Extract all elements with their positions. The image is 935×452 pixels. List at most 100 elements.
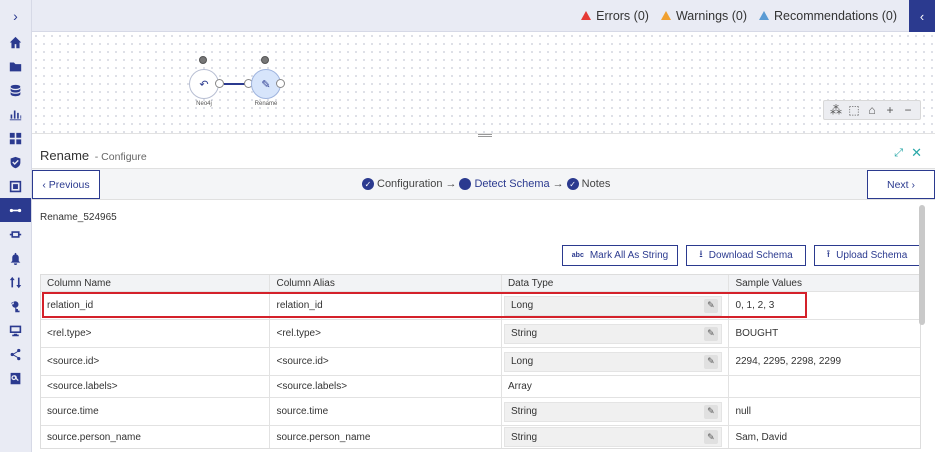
download-label: Download Schema [708,250,793,261]
recommendations-label: Recommendations (0) [774,8,897,23]
mark-all-as-string-button[interactable]: abc Mark All As String [562,245,678,266]
next-label: Next [886,178,909,191]
pencil-icon[interactable]: ✎ [703,298,718,313]
column-name-cell: <rel.type> [41,320,271,347]
zoom-out-icon[interactable]: − [901,103,915,117]
wizard-bar: ‹ Previous ✓ Configuration → Detect Sche… [32,168,935,200]
column-alias-cell[interactable]: <source.labels> [270,376,502,397]
vertical-scrollbar[interactable] [919,205,925,325]
share-icon[interactable] [0,342,31,366]
column-name-cell: relation_id [41,292,271,319]
rename-output-port[interactable] [276,79,285,88]
header-data-type: Data Type [502,275,730,291]
home-view-icon[interactable]: ⌂ [865,103,879,117]
pencil-icon[interactable]: ✎ [703,404,718,419]
frame-icon[interactable] [0,174,31,198]
top-bar: Errors (0) Warnings (0) Recommendations … [32,0,935,32]
error-triangle-icon [581,11,592,20]
node-link [224,83,246,85]
data-type-value: String [510,431,538,443]
connector-icon[interactable] [0,222,31,246]
zoom-in-icon[interactable]: + [883,103,897,117]
column-name-cell: <source.labels> [41,376,271,397]
node-status-icon [199,56,207,64]
database-icon[interactable] [0,78,31,102]
expand-sidebar-icon[interactable]: › [0,0,31,32]
next-button[interactable]: Next › [867,170,935,199]
pencil-icon[interactable]: ✎ [703,326,718,341]
key-icon[interactable] [0,294,31,318]
upload-icon: ⭱ [826,249,831,260]
warnings-label: Warnings (0) [675,8,748,23]
search-doc-icon[interactable] [0,366,31,390]
step-configuration[interactable]: Configuration [377,178,442,190]
table-row: <source.id> <source.id> Long ✎ 2294, 2295… [41,348,920,376]
bar-chart-icon[interactable] [0,102,31,126]
column-alias-cell[interactable]: relation_id [270,292,502,319]
pencil-icon[interactable]: ✎ [703,354,718,369]
neo4j-output-port[interactable] [215,79,224,88]
neo4j-node-caption: Neo4j [196,101,212,107]
recommendations-indicator[interactable]: Recommendations (0) [759,9,897,23]
folder-icon[interactable] [0,54,31,78]
data-type-select[interactable]: Long ✎ [503,351,722,372]
string-type-icon: abc [571,252,584,259]
data-type-cell: Long ✎ [502,348,730,375]
data-type-select[interactable]: String ✎ [503,427,722,447]
close-icon[interactable]: ✕ [911,145,922,161]
data-type-value: Long [510,300,534,311]
table-header: Column Name Column Alias Data Type Sampl… [41,275,920,292]
left-sidebar: › [0,0,32,452]
pipeline-icon[interactable] [0,198,31,222]
data-type-cell: String ✎ [502,398,730,425]
monitor-icon[interactable] [0,318,31,342]
step-notes[interactable]: Notes [582,178,611,190]
pipeline-canvas[interactable]: ↶ Neo4j ✎ Rename ⁂ ⬚ ⌂ + − [32,32,935,134]
sample-values-cell: null [735,406,752,417]
header-column-alias: Column Alias [270,275,502,291]
column-alias-cell[interactable]: source.person_name [270,426,502,448]
column-alias-cell[interactable]: <rel.type> [270,320,502,347]
bell-icon[interactable] [0,246,31,270]
column-name-cell: source.time [41,398,271,425]
column-name-cell: source.person_name [41,426,271,448]
data-type-cell: String ✎ [502,320,730,347]
column-alias-cell[interactable]: source.time [270,398,502,425]
data-type-value: String [510,328,538,339]
warnings-indicator[interactable]: Warnings (0) [660,8,748,23]
check-circle-icon: ✓ [566,178,579,190]
previous-button[interactable]: ‹ Previous [32,170,100,199]
upload-schema-button[interactable]: ⭱ Upload Schema [814,245,920,266]
collapse-panel-button[interactable]: ‹ [909,0,935,32]
pencil-icon: ✎ [261,78,271,91]
panel-title: Rename - Configure [40,148,147,163]
sample-values-cell [729,376,920,397]
shield-icon[interactable] [0,150,31,174]
expand-icon[interactable]: ⤢ [894,147,903,160]
errors-indicator[interactable]: Errors (0) [581,9,649,23]
chevron-left-icon: ‹ [919,8,925,24]
warning-triangle-icon [660,11,671,20]
data-type-cell: Array [502,376,730,397]
check-circle-icon: ✓ [362,178,374,190]
download-schema-button[interactable]: ⭳ Download Schema [686,245,806,266]
data-type-select[interactable]: String ✎ [503,401,722,422]
data-type-select[interactable]: String ✎ [503,323,722,344]
home-icon[interactable] [0,30,31,54]
graph-layout-icon[interactable]: ⁂ [829,103,843,117]
pencil-icon[interactable]: ✎ [703,430,718,444]
neo4j-icon: ↶ [199,78,209,91]
select-box-icon[interactable]: ⬚ [847,103,861,117]
resize-handle[interactable] [478,134,492,137]
data-type-select[interactable]: Long ✎ [503,295,722,316]
table-row: source.person_name source.person_name St… [41,426,920,448]
panel-subtitle: - Configure [94,151,147,163]
previous-label: Previous [48,178,90,191]
rename-node-caption: Rename [254,101,278,107]
sort-icon[interactable] [0,270,31,294]
dashboard-icon[interactable] [0,126,31,150]
table-row: <rel.type> <rel.type> String ✎ BOUGHT [41,320,920,348]
step-detect-schema[interactable]: Detect Schema [474,178,549,190]
column-alias-cell[interactable]: <source.id> [270,348,502,375]
canvas-toolbar: ⁂ ⬚ ⌂ + − [823,100,921,120]
